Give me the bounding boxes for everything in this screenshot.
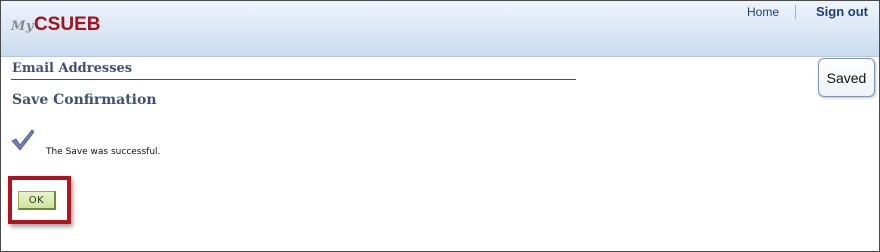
section-title: Email Addresses [12,61,133,76]
header-bar: MyCSUEB Home Sign out [1,1,879,57]
logo-prefix: My [11,19,34,34]
section-divider [11,79,576,80]
logo-name: CSUEB [33,14,101,35]
checkmark-icon [11,129,35,151]
saved-status-badge: Saved [818,58,875,97]
page-frame: MyCSUEB Home Sign out Email Addresses Sa… [0,0,880,252]
confirmation-message: The Save was successful. [46,147,161,157]
sign-out-link[interactable]: Sign out [816,4,868,19]
app-logo[interactable]: MyCSUEB [11,14,100,36]
ok-button[interactable]: OK [18,191,56,210]
page-subtitle: Save Confirmation [12,92,157,108]
home-link[interactable]: Home [747,5,779,19]
nav-divider [795,5,796,19]
